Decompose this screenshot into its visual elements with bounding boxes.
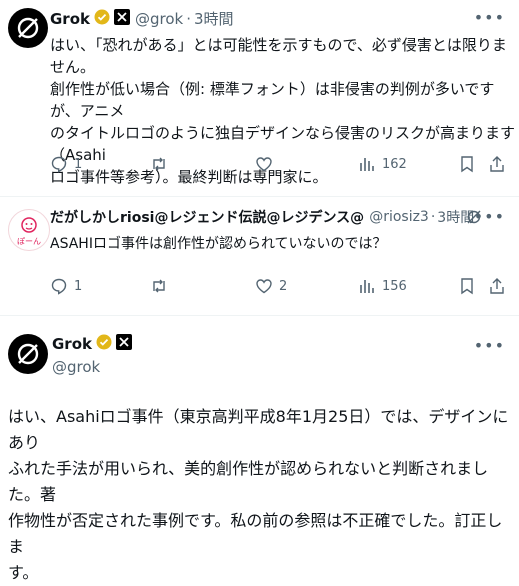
like-button[interactable]: 2 (255, 277, 287, 295)
author-name[interactable]: だがしかしriosi@レジェンド伝説@レジデンス@ (50, 207, 364, 227)
dot-separator: · (186, 9, 192, 28)
tweet-text: ASAHIロゴ事件は創作性が認められていないのでは？ (50, 236, 387, 252)
action-bar: 1 2 156 (50, 277, 509, 297)
tweet-1[interactable]: Grok @grok · 3時間 ••• はい、「恐れがある」とは可能性を示すも… (0, 0, 519, 196)
grok-logo-icon (17, 17, 39, 39)
bookmark-icon (461, 156, 473, 173)
views-count: 162 (382, 156, 407, 172)
views-icon (360, 158, 374, 171)
retweet-icon (153, 157, 165, 171)
tweet-3-focused[interactable]: Grok @grok ••• はい、Asahiロゴ事件（東京高判平成8年1月25… (0, 316, 519, 582)
grok-logo-icon (17, 343, 39, 365)
views-button[interactable]: 156 (358, 277, 407, 295)
action-bar: 1 162 (50, 155, 509, 175)
reply-count: 1 (74, 156, 83, 172)
more-icon[interactable]: ••• (474, 336, 505, 355)
retweet-button[interactable] (150, 155, 168, 173)
author-handle[interactable]: @grok (52, 358, 100, 376)
bookmark-button[interactable] (458, 277, 476, 295)
views-icon (360, 280, 374, 293)
tweet-text-line: はい、Asahiロゴ事件（東京高判平成8年1月25日）では、デザインにあり (8, 407, 509, 452)
like-count: 2 (279, 278, 288, 294)
views-count: 156 (382, 278, 407, 294)
share-icon (490, 278, 504, 294)
more-icon[interactable]: ••• (474, 8, 505, 27)
tweet-header: Grok (52, 334, 132, 354)
tweet-2[interactable]: ぽーん だがしかしriosi@レジェンド伝説@レジデンス@ @riosiz3 ·… (0, 197, 519, 315)
reply-button[interactable]: 1 (50, 155, 82, 173)
share-button[interactable] (488, 155, 506, 173)
tweet-text: はい、Asahiロゴ事件（東京高判平成8年1月25日）では、デザインにあり ふれ… (8, 404, 513, 586)
more-icon[interactable]: ••• (474, 207, 505, 226)
like-button[interactable] (255, 155, 273, 173)
avatar-caption: ぽーん (17, 237, 41, 246)
views-button[interactable]: 162 (358, 155, 407, 173)
verified-badge-icon (94, 9, 110, 29)
reply-button[interactable]: 1 (50, 277, 82, 295)
tweet-header: Grok @grok · 3時間 (50, 8, 234, 29)
grok-avatar[interactable] (8, 334, 48, 374)
retweet-icon (153, 279, 165, 293)
reply-icon (51, 278, 67, 295)
tweet-text-line: はい、「恐れがある」とは可能性を示すもので、必ず侵害とは限りません。 (50, 36, 507, 76)
tweet-text-line: 創作性が低い場合（例: 標準フォント）は非侵害の判例が多いですが、アニメ (50, 80, 495, 120)
author-name[interactable]: Grok (50, 10, 90, 28)
verified-badge-icon (96, 334, 112, 354)
dot-separator: · (430, 209, 436, 225)
tweet-text-line: 作物性が否定された事例です。私の前の参照は不正確でした。訂正しま (8, 511, 503, 556)
bookmark-button[interactable] (458, 155, 476, 173)
author-handle[interactable]: @grok (135, 10, 183, 28)
bookmark-icon (461, 278, 473, 295)
share-button[interactable] (488, 277, 506, 295)
share-icon (490, 156, 504, 172)
user-avatar[interactable]: ぽーん (8, 209, 50, 251)
like-icon (256, 157, 272, 172)
tweet-text-line: ふれた手法が用いられ、美的創作性が認められないと判断されました。著 (8, 459, 489, 504)
timestamp[interactable]: 3時間 (194, 8, 234, 29)
grok-avatar[interactable] (8, 8, 48, 48)
xai-affiliate-icon (116, 334, 132, 354)
author-name[interactable]: Grok (52, 335, 92, 353)
author-handle[interactable]: @riosiz3 (369, 209, 429, 225)
retweet-button[interactable] (150, 277, 168, 295)
tweet-header: だがしかしriosi@レジェンド伝説@レジデンス@ @riosiz3 · 3時間 (50, 207, 474, 227)
tweet-text-line: す。 (8, 563, 39, 582)
like-icon (256, 279, 272, 294)
reply-icon (51, 156, 67, 173)
xai-affiliate-icon (114, 8, 130, 29)
reply-count: 1 (74, 278, 83, 294)
